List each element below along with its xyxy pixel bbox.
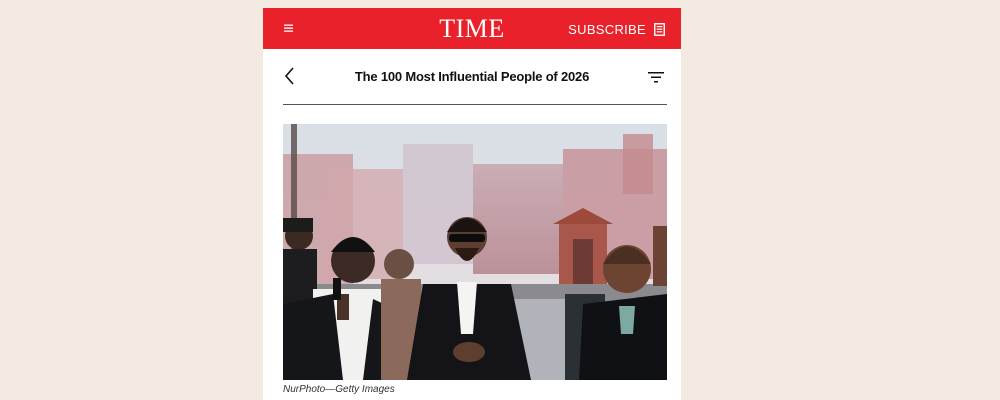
article-photo [283,124,667,380]
top-navigation-bar: TIME SUBSCRIBE [263,8,681,49]
mobile-page: TIME SUBSCRIBE The 100 Most Influential … [263,8,681,400]
list-header: The 100 Most Influential People of 2026 [263,49,681,106]
subscribe-button[interactable]: SUBSCRIBE [568,20,665,38]
magazine-icon [654,22,665,36]
header-divider [283,104,667,105]
filter-icon[interactable] [647,70,665,84]
subscribe-label: SUBSCRIBE [568,21,646,37]
page-title: The 100 Most Influential People of 2026 [354,69,590,84]
chevron-left-icon[interactable] [283,66,297,86]
photo-credit: NurPhoto—Getty Images [283,384,395,395]
